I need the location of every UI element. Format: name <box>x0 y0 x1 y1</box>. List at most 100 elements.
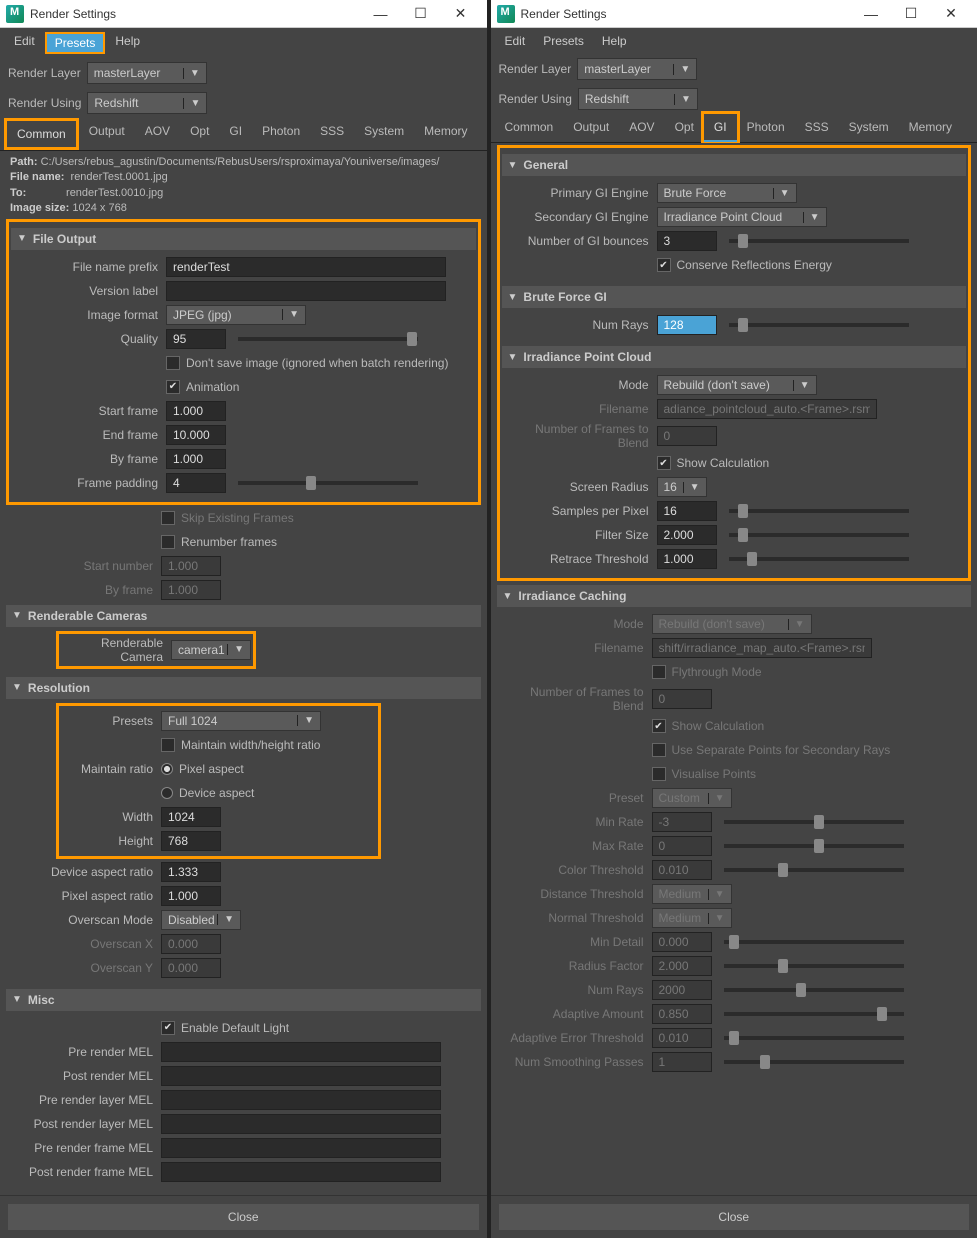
tab-aov[interactable]: AOV <box>135 118 180 150</box>
by-frame-input[interactable] <box>166 449 226 469</box>
maximize-button[interactable]: ☐ <box>401 0 441 28</box>
retrace-threshold-slider[interactable] <box>729 557 909 561</box>
resolution-header[interactable]: ▼Resolution <box>6 677 481 699</box>
pixel-aspect-radio[interactable] <box>161 763 173 775</box>
presets-select[interactable]: Full 1024▼ <box>161 711 321 731</box>
tab-gi[interactable]: GI <box>219 118 252 150</box>
minimize-button[interactable]: — <box>851 0 891 28</box>
tab-system[interactable]: System <box>354 118 414 150</box>
ipc-show-calc-checkbox[interactable] <box>657 456 671 470</box>
menu-edit[interactable]: Edit <box>6 32 43 54</box>
post-render-mel-input[interactable] <box>161 1066 441 1086</box>
section-misc: ▼Misc Enable Default Light Pre render ME… <box>6 989 481 1189</box>
tab-common[interactable]: Common <box>4 118 79 150</box>
animation-label: Animation <box>186 380 239 394</box>
pixel-aspect-ratio-input[interactable] <box>161 886 221 906</box>
tab-opt[interactable]: Opt <box>180 118 219 150</box>
quality-slider[interactable] <box>238 337 418 341</box>
close-button[interactable]: ✕ <box>441 0 481 28</box>
num-rays-slider[interactable] <box>729 323 909 327</box>
menu-edit[interactable]: Edit <box>497 32 534 50</box>
render-layer-select[interactable]: masterLayer▼ <box>577 58 697 80</box>
device-aspect-radio[interactable] <box>161 787 173 799</box>
tab-gi[interactable]: GI <box>704 114 737 142</box>
tab-aov[interactable]: AOV <box>619 114 664 142</box>
overscan-y-label: Overscan Y <box>6 961 161 975</box>
width-input[interactable] <box>161 807 221 827</box>
samples-per-pixel-slider[interactable] <box>729 509 909 513</box>
close-dialog-button[interactable]: Close <box>8 1204 479 1230</box>
conserve-reflections-checkbox[interactable] <box>657 258 671 272</box>
render-using-select[interactable]: Redshift▼ <box>87 92 207 114</box>
brute-force-header[interactable]: ▼Brute Force GI <box>502 286 967 308</box>
filename-prefix-input[interactable] <box>166 257 446 277</box>
maintain-ratio-checkbox[interactable] <box>161 738 175 752</box>
minimize-button[interactable]: — <box>361 0 401 28</box>
tab-opt[interactable]: Opt <box>665 114 704 142</box>
skip-existing-checkbox[interactable] <box>161 511 175 525</box>
enable-default-light-checkbox[interactable] <box>161 1021 175 1035</box>
maximize-button[interactable]: ☐ <box>891 0 931 28</box>
pre-render-layer-mel-input[interactable] <box>161 1090 441 1110</box>
menu-presets[interactable]: Presets <box>535 32 592 50</box>
chevron-down-icon: ▼ <box>12 610 22 621</box>
overscan-mode-select[interactable]: Disabled▼ <box>161 910 241 930</box>
device-aspect-ratio-input[interactable] <box>161 862 221 882</box>
ipc-header[interactable]: ▼Irradiance Point Cloud <box>502 346 967 368</box>
menu-presets[interactable]: Presets <box>45 32 106 54</box>
renumber-checkbox[interactable] <box>161 535 175 549</box>
file-output-header[interactable]: ▼File Output <box>11 228 476 250</box>
filename-prefix-label: File name prefix <box>11 260 166 274</box>
tab-output[interactable]: Output <box>563 114 619 142</box>
gi-bounces-slider[interactable] <box>729 239 909 243</box>
retrace-threshold-input[interactable] <box>657 549 717 569</box>
tab-photon[interactable]: Photon <box>252 118 310 150</box>
menu-help[interactable]: Help <box>594 32 635 50</box>
render-settings-window-right: Render Settings — ☐ ✕ Edit Presets Help … <box>491 0 977 1238</box>
render-using-select[interactable]: Redshift▼ <box>578 88 698 110</box>
tab-memory[interactable]: Memory <box>414 118 477 150</box>
ipc-mode-select[interactable]: Rebuild (don't save)▼ <box>657 375 817 395</box>
renderable-camera-select[interactable]: camera1▼ <box>171 640 251 660</box>
min-detail-input <box>652 932 712 952</box>
ipc-frames-blend-input <box>657 426 717 446</box>
tab-memory[interactable]: Memory <box>899 114 962 142</box>
tab-sss[interactable]: SSS <box>795 114 839 142</box>
tab-photon[interactable]: Photon <box>737 114 795 142</box>
post-render-frame-mel-input[interactable] <box>161 1162 441 1182</box>
close-dialog-button[interactable]: Close <box>499 1204 970 1230</box>
height-input[interactable] <box>161 831 221 851</box>
tab-sss[interactable]: SSS <box>310 118 354 150</box>
tab-system[interactable]: System <box>839 114 899 142</box>
screen-radius-select[interactable]: 16▼ <box>657 477 707 497</box>
close-button[interactable]: ✕ <box>931 0 971 28</box>
end-frame-input[interactable] <box>166 425 226 445</box>
num-rays-input[interactable] <box>657 315 717 335</box>
pre-render-mel-input[interactable] <box>161 1042 441 1062</box>
post-render-layer-mel-input[interactable] <box>161 1114 441 1134</box>
version-label-input[interactable] <box>166 281 446 301</box>
general-header[interactable]: ▼General <box>502 154 967 176</box>
pre-render-frame-mel-input[interactable] <box>161 1138 441 1158</box>
image-format-select[interactable]: JPEG (jpg)▼ <box>166 305 306 325</box>
cameras-header[interactable]: ▼Renderable Cameras <box>6 605 481 627</box>
tab-common[interactable]: Common <box>495 114 564 142</box>
render-layer-select[interactable]: masterLayer▼ <box>87 62 207 84</box>
primary-gi-select[interactable]: Brute Force▼ <box>657 183 797 203</box>
ic-header[interactable]: ▼Irradiance Caching <box>497 585 972 607</box>
tab-output[interactable]: Output <box>79 118 135 150</box>
start-frame-input[interactable] <box>166 401 226 421</box>
menu-help[interactable]: Help <box>107 32 148 54</box>
frame-padding-input[interactable] <box>166 473 226 493</box>
quality-input[interactable] <box>166 329 226 349</box>
frame-padding-slider[interactable] <box>238 481 418 485</box>
filter-size-input[interactable] <box>657 525 717 545</box>
gi-bounces-input[interactable] <box>657 231 717 251</box>
misc-header[interactable]: ▼Misc <box>6 989 481 1011</box>
animation-checkbox[interactable] <box>166 380 180 394</box>
render-using-label: Render Using <box>8 96 81 110</box>
dont-save-checkbox[interactable] <box>166 356 180 370</box>
filter-size-slider[interactable] <box>729 533 909 537</box>
samples-per-pixel-input[interactable] <box>657 501 717 521</box>
secondary-gi-select[interactable]: Irradiance Point Cloud▼ <box>657 207 827 227</box>
